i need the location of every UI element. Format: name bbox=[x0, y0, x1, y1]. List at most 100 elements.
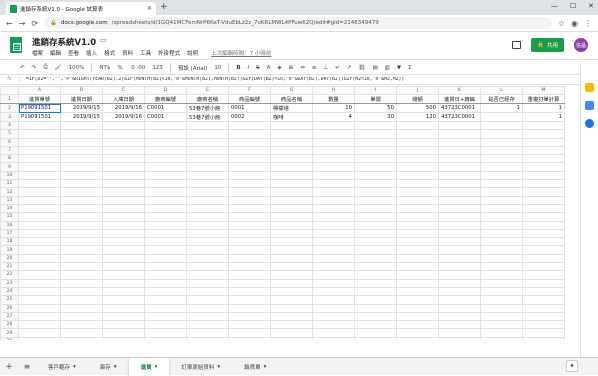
cell[interactable] bbox=[522, 286, 565, 297]
cell[interactable]: 重複訂單計算 bbox=[522, 94, 565, 104]
cell[interactable]: 進貨日期 bbox=[60, 94, 103, 104]
cell[interactable] bbox=[522, 270, 565, 280]
cell[interactable]: 2019/9/15 bbox=[60, 103, 103, 113]
cell[interactable] bbox=[480, 129, 523, 139]
cell[interactable] bbox=[186, 328, 229, 338]
cell[interactable] bbox=[480, 203, 523, 214]
cell[interactable]: 是否已經存 bbox=[480, 94, 523, 104]
cell[interactable] bbox=[144, 195, 187, 205]
row-header[interactable]: 18 bbox=[0, 237, 19, 247]
cell[interactable] bbox=[270, 270, 313, 280]
cell[interactable] bbox=[228, 303, 271, 313]
row-header[interactable]: 29 bbox=[0, 328, 19, 338]
cell[interactable] bbox=[438, 195, 481, 205]
paint-format-icon[interactable]: 🖌 bbox=[55, 65, 62, 71]
cell[interactable] bbox=[228, 336, 271, 340]
row-header[interactable]: 26 bbox=[0, 303, 19, 313]
functions-icon[interactable]: Σ bbox=[408, 65, 411, 71]
cell[interactable] bbox=[396, 145, 439, 156]
cell[interactable] bbox=[102, 187, 145, 197]
browser-menu-icon[interactable]: ⋮ bbox=[584, 19, 592, 28]
cell[interactable] bbox=[396, 270, 439, 280]
valign-icon[interactable]: ⊥ bbox=[323, 65, 328, 71]
cell[interactable] bbox=[438, 262, 481, 272]
cell[interactable] bbox=[354, 220, 397, 230]
row-header[interactable]: 8 bbox=[0, 154, 19, 164]
cell[interactable] bbox=[522, 245, 565, 255]
cell[interactable] bbox=[18, 203, 61, 214]
cell[interactable] bbox=[18, 270, 61, 280]
cell[interactable] bbox=[102, 228, 145, 239]
cell[interactable] bbox=[438, 170, 481, 181]
cell[interactable] bbox=[354, 320, 397, 330]
cell[interactable] bbox=[270, 179, 313, 189]
cell[interactable] bbox=[18, 145, 61, 156]
cell[interactable] bbox=[102, 320, 145, 330]
cell[interactable] bbox=[396, 245, 439, 255]
decimal-buttons[interactable]: .0 .00 bbox=[130, 65, 146, 71]
cell[interactable] bbox=[396, 237, 439, 247]
column-header[interactable]: C bbox=[102, 86, 145, 95]
cell[interactable] bbox=[228, 245, 271, 255]
cell[interactable] bbox=[480, 320, 523, 330]
column-header[interactable]: G bbox=[270, 86, 313, 95]
cell[interactable] bbox=[186, 270, 229, 280]
cell[interactable] bbox=[438, 320, 481, 330]
cell[interactable] bbox=[438, 328, 481, 338]
move-folder-icon[interactable]: ▭ bbox=[100, 36, 107, 44]
cell[interactable] bbox=[396, 295, 439, 305]
cell[interactable] bbox=[102, 154, 145, 164]
cell[interactable]: 進貨日+廠編 bbox=[438, 94, 481, 104]
cell[interactable] bbox=[60, 154, 103, 164]
cell[interactable] bbox=[522, 311, 565, 322]
cell[interactable] bbox=[60, 162, 103, 172]
cell[interactable] bbox=[312, 212, 355, 222]
last-edit-link[interactable]: 上次編輯時間：7 小時前 bbox=[211, 49, 271, 57]
cell[interactable]: P19091501 bbox=[18, 103, 61, 113]
cell[interactable] bbox=[480, 311, 523, 322]
comment-history-icon[interactable] bbox=[512, 41, 522, 49]
avatar[interactable]: 信晶 bbox=[574, 38, 588, 52]
cell[interactable] bbox=[522, 195, 565, 205]
cell[interactable] bbox=[354, 253, 397, 264]
row-header[interactable]: 3 bbox=[0, 112, 19, 122]
cell[interactable] bbox=[18, 170, 61, 181]
share-button[interactable]: 🔒 共用 bbox=[531, 38, 564, 52]
cell[interactable] bbox=[18, 212, 61, 222]
formula-bar[interactable]: fx =IF(D2="","","P"&RIGHT(YEAR(B2),2)&IF… bbox=[0, 75, 580, 85]
cell[interactable] bbox=[438, 311, 481, 322]
cell[interactable] bbox=[228, 270, 271, 280]
cell[interactable] bbox=[60, 253, 103, 264]
cell[interactable] bbox=[480, 295, 523, 305]
cell[interactable] bbox=[312, 336, 355, 340]
cell[interactable] bbox=[522, 129, 565, 139]
column-header[interactable]: L bbox=[480, 86, 523, 95]
cell[interactable] bbox=[228, 278, 271, 288]
cell[interactable]: 2019/9/15 bbox=[60, 112, 103, 122]
formula-text[interactable]: =IF(D2="","","P"&RIGHT(YEAR(B2),2)&IF(MO… bbox=[20, 77, 404, 82]
cell[interactable] bbox=[270, 212, 313, 222]
cell[interactable]: 10 bbox=[312, 103, 355, 113]
cell[interactable] bbox=[522, 137, 565, 147]
cell[interactable] bbox=[18, 295, 61, 305]
sheets-logo-icon[interactable] bbox=[10, 37, 22, 53]
row-header[interactable]: 12 bbox=[0, 187, 19, 197]
cell[interactable]: 檸檬塔 bbox=[270, 103, 313, 113]
cell[interactable] bbox=[228, 286, 271, 297]
cell[interactable] bbox=[144, 154, 187, 164]
cell[interactable] bbox=[228, 295, 271, 305]
cell[interactable] bbox=[396, 137, 439, 147]
cell[interactable] bbox=[18, 303, 61, 313]
cell[interactable] bbox=[60, 220, 103, 230]
cell[interactable] bbox=[354, 187, 397, 197]
cell[interactable] bbox=[186, 320, 229, 330]
cell[interactable] bbox=[396, 220, 439, 230]
cell[interactable] bbox=[396, 154, 439, 164]
cell[interactable] bbox=[186, 237, 229, 247]
cell[interactable] bbox=[186, 336, 229, 340]
menu-edit[interactable]: 編輯 bbox=[50, 49, 61, 57]
cell[interactable] bbox=[228, 220, 271, 230]
cell[interactable] bbox=[354, 237, 397, 247]
cell[interactable] bbox=[480, 253, 523, 264]
cell[interactable] bbox=[102, 212, 145, 222]
